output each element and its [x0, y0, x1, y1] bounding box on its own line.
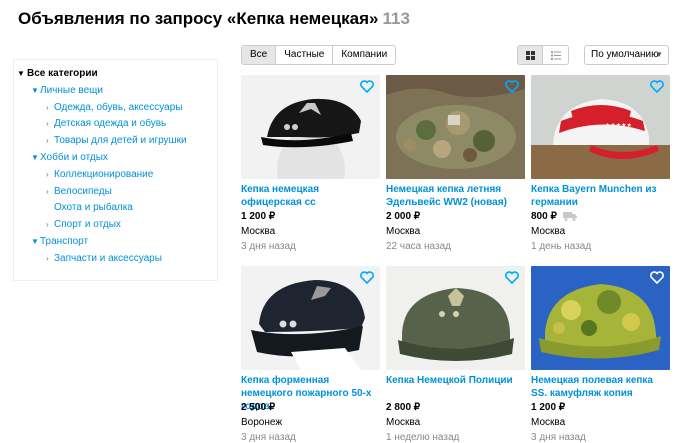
listing-title[interactable]: Немецкая кепка летняя Эдельвейс WW2 (нов… — [386, 183, 526, 209]
filter-all-button[interactable]: Все — [242, 46, 277, 64]
chevron-right-icon: › — [46, 220, 49, 230]
listing-date: 22 часа назад — [386, 241, 451, 252]
favorite-heart-icon[interactable] — [650, 80, 664, 93]
listing-photo[interactable] — [531, 266, 670, 370]
listing-price: 2 800 ₽ — [386, 402, 421, 413]
sort-value: По умолчанию — [591, 49, 659, 60]
filter-companies-button[interactable]: Компании — [333, 46, 396, 64]
listing-title[interactable]: Кепка Немецкой Полиции — [386, 374, 526, 400]
listing-price: 800 ₽ — [531, 210, 671, 223]
category-hunting[interactable]: Охота и рыбалка — [14, 200, 217, 217]
chevron-right-icon: › — [46, 186, 49, 196]
listing-card[interactable]: Кепка форменная немецкого пожарного 50-х… — [241, 266, 381, 443]
category-bicycles[interactable]: › Велосипеды — [14, 184, 217, 201]
listing-title[interactable]: Кепка форменная немецкого пожарного 50-х… — [241, 374, 381, 412]
filter-private-button[interactable]: Частные — [276, 46, 334, 64]
listing-photo[interactable] — [386, 75, 525, 179]
listing-title[interactable]: Кепка немецкая офицерская сс — [241, 183, 381, 209]
category-sidebar: ▼ Все категории ▼ Личные вещи › Одежда, обу… — [14, 60, 217, 280]
category-all[interactable]: ▼ Все категории — [14, 66, 217, 83]
chevron-down-icon: ▼ — [17, 69, 25, 78]
chevron-down-icon: ▼ — [31, 152, 39, 162]
seller-filter: Все Частные Компании — [241, 45, 397, 65]
list-icon — [550, 50, 561, 60]
chevron-right-icon: › — [46, 169, 49, 179]
listing-title[interactable]: Кепка Bayern Munchen из германии — [531, 183, 671, 209]
listing-date: 1 день назад — [531, 241, 592, 252]
chevron-right-icon: › — [46, 119, 49, 129]
category-personal-items[interactable]: ▼ Личные вещи — [14, 83, 217, 100]
chevron-down-icon: ▼ — [31, 236, 39, 246]
grid-icon — [525, 50, 535, 60]
chevron-down-icon: ▼ — [655, 50, 663, 59]
sort-select[interactable]: По умолчанию ▼ — [584, 45, 669, 65]
listing-price: 2 500 ₽ — [241, 402, 276, 413]
chevron-right-icon: › — [46, 253, 49, 263]
listing-price: 1 200 ₽ — [241, 211, 276, 222]
favorite-heart-icon[interactable] — [360, 271, 374, 284]
category-kids-clothing[interactable]: › Детская одежда и обувь — [14, 116, 217, 133]
listing-photo[interactable] — [241, 75, 380, 179]
category-collecting[interactable]: › Коллекционирование — [14, 167, 217, 184]
delivery-truck-icon — [562, 212, 577, 221]
category-parts[interactable]: › Запчасти и аксессуары — [14, 251, 217, 268]
listing-price: 2 000 ₽ — [386, 211, 421, 222]
chevron-right-icon: › — [46, 102, 49, 112]
chevron-down-icon: ▼ — [31, 85, 39, 95]
listing-photo[interactable] — [241, 266, 380, 370]
listing-card[interactable]: ★★★★★ Кепка Bayern Munchen из германии 8… — [531, 75, 671, 253]
listing-card[interactable]: Кепка немецкая офицерская сс 1 200 ₽ Мос… — [241, 75, 381, 253]
favorite-heart-icon[interactable] — [505, 271, 519, 284]
grid-view-button[interactable] — [518, 46, 543, 64]
favorite-heart-icon[interactable] — [360, 80, 374, 93]
listing-card[interactable]: Немецкая полевая кепка SS. камуфляж копи… — [531, 266, 671, 443]
category-transport[interactable]: ▼ Транспорт — [14, 234, 217, 251]
results-count: 113 — [382, 9, 410, 28]
view-switcher — [517, 45, 569, 65]
listing-date: 3 дня назад — [241, 241, 296, 252]
page-title-text: Объявления по запросу «Кепка немецкая» — [18, 9, 379, 28]
category-kids-goods[interactable]: › Товары для детей и игрушки — [14, 133, 217, 150]
listing-photo[interactable]: ★★★★★ — [531, 75, 670, 179]
favorite-heart-icon[interactable] — [505, 80, 519, 93]
listing-city: Москва — [531, 226, 566, 237]
listing-date: 3 дня назад — [241, 432, 296, 443]
list-view-button[interactable] — [543, 46, 568, 64]
listing-title[interactable]: Немецкая полевая кепка SS. камуфляж копи… — [531, 374, 671, 400]
page-title: Объявления по запросу «Кепка немецкая» 11… — [18, 9, 410, 29]
listing-city: Москва — [386, 417, 421, 428]
listing-city: Москва — [386, 226, 421, 237]
listing-city: Воронеж — [241, 417, 283, 428]
category-sport[interactable]: › Спорт и отдых — [14, 217, 217, 234]
listing-city: Москва — [531, 417, 566, 428]
listing-city: Москва — [241, 226, 276, 237]
listing-card[interactable]: Немецкая кепка летняя Эдельвейс WW2 (нов… — [386, 75, 526, 253]
svg-text:★★★★★: ★★★★★ — [605, 122, 632, 129]
category-hobby[interactable]: ▼ Хобби и отдых — [14, 150, 217, 167]
listing-card[interactable]: Кепка Немецкой Полиции 2 800 ₽ Москва 1 … — [386, 266, 526, 443]
chevron-right-icon: › — [46, 136, 49, 146]
favorite-heart-icon[interactable] — [650, 271, 664, 284]
listing-date: 1 неделю назад — [386, 432, 460, 443]
listing-date: 3 дня назад — [531, 432, 586, 443]
listing-photo[interactable] — [386, 266, 525, 370]
listing-price: 1 200 ₽ — [531, 402, 566, 413]
category-clothing[interactable]: › Одежда, обувь, аксессуары — [14, 100, 217, 117]
